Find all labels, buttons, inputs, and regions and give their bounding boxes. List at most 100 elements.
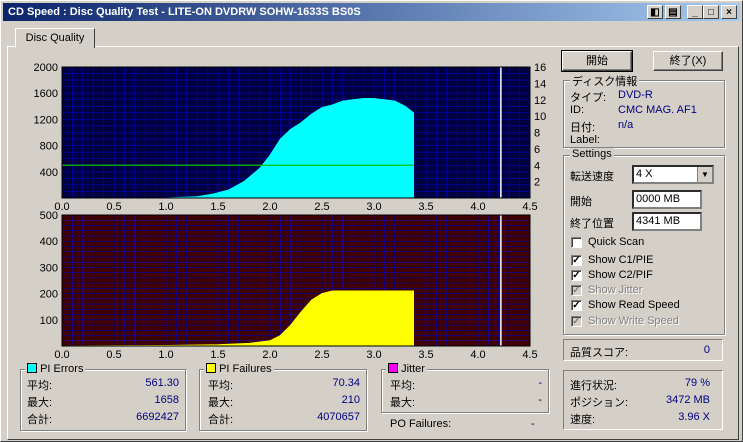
speed-select-value: 4 X — [636, 168, 653, 180]
current-speed-value: 3.96 X — [678, 411, 710, 423]
x-tick-label: 3.5 — [418, 349, 433, 361]
progress-box: 進行状況: 79 % ポジション: 3472 MB 速度: 3.96 X — [563, 370, 723, 430]
disc-info-title: ディスク情報 — [570, 73, 640, 89]
app-window: CD Speed : Disc Quality Test - LITE-ON D… — [0, 0, 743, 442]
pie-total-label: 合計: — [27, 414, 53, 426]
pif-avg-value: 70.34 — [332, 377, 360, 389]
progress-value: 79 % — [684, 377, 710, 389]
id-label: ID: — [570, 104, 585, 116]
y2-tick-label: 2 — [534, 177, 540, 189]
show-c2-checkbox[interactable]: ✓ — [571, 270, 582, 281]
quality-score-box: 品質スコア: 0 — [563, 339, 723, 361]
show-c1-label: Show C1/PIE — [588, 254, 654, 266]
y-tick-label: 300 — [40, 262, 58, 274]
position-value: 3472 MB — [665, 394, 710, 406]
pi-failures-group: PI Failures 平均: 70.34 最大: 210 合計: 407065… — [199, 362, 367, 431]
x-tick-label: 4.0 — [470, 349, 485, 361]
pif-swatch — [206, 363, 216, 373]
y-tick-label: 2000 — [34, 62, 58, 74]
progress-label: 進行状況: — [570, 380, 618, 392]
jitter-max-label: 最大: — [390, 397, 416, 409]
start-field[interactable]: 0000 MB — [632, 190, 702, 209]
y-tick-label: 800 — [40, 141, 58, 153]
pif-avg-label: 平均: — [208, 380, 234, 392]
window-title: CD Speed : Disc Quality Test - LITE-ON D… — [8, 6, 361, 18]
jitter-avg-value: - — [538, 377, 542, 389]
show-write-label: Show Write Speed — [588, 315, 679, 327]
date-label: 日付: — [570, 122, 596, 134]
y2-tick-label: 8 — [534, 128, 540, 140]
maximize-button[interactable]: □ — [703, 5, 719, 19]
jitter-max-value: - — [538, 394, 542, 406]
y2-tick-label: 4 — [534, 160, 540, 172]
show-c1-checkbox[interactable]: ✓ — [571, 255, 582, 266]
pie-avg-label: 平均: — [27, 380, 53, 392]
y-tick-label: 500 — [40, 210, 58, 222]
chevron-down-icon[interactable]: ▼ — [697, 167, 712, 182]
po-failures-value: - — [531, 418, 535, 430]
y-tick-label: 1600 — [34, 88, 58, 100]
jitter-swatch — [388, 363, 398, 373]
pi-errors-title: PI Errors — [40, 363, 84, 375]
end-label: 終了位置 — [570, 218, 614, 230]
speed-label: 転送速度 — [570, 171, 614, 183]
quality-score-value: 0 — [703, 344, 710, 356]
show-read-label: Show Read Speed — [588, 299, 680, 311]
pie-chart: 0.0 0.5 1.0 1.5 2.0 2.5 3.0 3.5 4.0 4.54008001200… — [34, 62, 547, 213]
pie-total-value: 6692427 — [136, 411, 179, 423]
y2-tick-label: 10 — [534, 111, 546, 123]
y2-tick-label: 14 — [534, 78, 546, 90]
pif-total-label: 合計: — [208, 414, 234, 426]
x-tick-label: 0.0 — [54, 349, 69, 361]
x-tick-label: 3.0 — [366, 349, 381, 361]
y-tick-label: 100 — [40, 315, 58, 327]
y-tick-label: 400 — [40, 236, 58, 248]
quality-score-label: 品質スコア: — [570, 347, 629, 359]
quick-scan-label: Quick Scan — [588, 236, 645, 248]
pif-total-value: 4070657 — [317, 411, 360, 423]
help-icon[interactable]: ◧ — [647, 5, 663, 19]
start-button[interactable]: 開始 — [561, 50, 633, 72]
pif-max-label: 最大: — [208, 397, 234, 409]
position-label: ポジション: — [570, 397, 629, 409]
po-failures-label: PO Failures: — [390, 418, 452, 430]
show-write-checkbox[interactable]: ✓ — [571, 316, 582, 327]
y-tick-label: 400 — [40, 167, 58, 179]
pi-failures-title: PI Failures — [219, 363, 272, 375]
jitter-group: Jitter 平均: - 最大: - — [381, 362, 549, 413]
pif-max-value: 210 — [341, 394, 360, 406]
show-c2-label: Show C2/PIF — [588, 269, 653, 281]
x-tick-label: 2.5 — [314, 349, 329, 361]
copy-icon[interactable]: ▤ — [665, 5, 681, 19]
y2-tick-label: 16 — [534, 62, 546, 74]
title-bar[interactable]: CD Speed : Disc Quality Test - LITE-ON D… — [3, 3, 740, 21]
x-tick-label: 4.5 — [522, 349, 537, 361]
date-value: n/a — [618, 119, 634, 131]
x-tick-label: 1.0 — [158, 349, 173, 361]
quick-scan-checkbox[interactable] — [571, 237, 582, 248]
jitter-header: Jitter — [386, 362, 427, 375]
show-read-checkbox[interactable]: ✓ — [571, 300, 582, 311]
pie-max-value: 1658 — [154, 394, 179, 406]
speed-select[interactable]: 4 X ▼ — [632, 165, 714, 184]
y-tick-label: 1200 — [34, 114, 58, 126]
x-tick-label: 1.5 — [210, 349, 225, 361]
type-label: タイプ: — [570, 92, 607, 104]
close-button[interactable]: × — [721, 5, 737, 19]
minimize-button[interactable]: _ — [687, 5, 703, 19]
pi-errors-header: PI Errors — [25, 362, 86, 375]
x-tick-label: 0.5 — [106, 349, 121, 361]
pif-chart: 0.0 0.5 1.0 1.5 2.0 2.5 3.0 3.5 4.0 4.5 100 200 300 4… — [40, 210, 538, 361]
show-jitter-label: Show Jitter — [588, 284, 643, 296]
pi-failures-header: PI Failures — [204, 362, 274, 375]
show-jitter-checkbox[interactable]: ✓ — [571, 285, 582, 296]
pie-swatch — [27, 363, 37, 373]
exit-button[interactable]: 終了(X) — [653, 51, 723, 71]
tab-disc-quality[interactable]: Disc Quality — [15, 28, 95, 48]
pie-max-label: 最大: — [27, 397, 53, 409]
disc-info-group: ディスク情報 タイプ: DVD-R ID: CMC MAG. AF1 日付: n… — [563, 73, 725, 148]
jitter-title: Jitter — [401, 363, 425, 375]
disc-label-label: Label: — [570, 134, 600, 146]
end-field[interactable]: 4341 MB — [632, 212, 702, 231]
y-tick-label: 200 — [40, 289, 58, 301]
